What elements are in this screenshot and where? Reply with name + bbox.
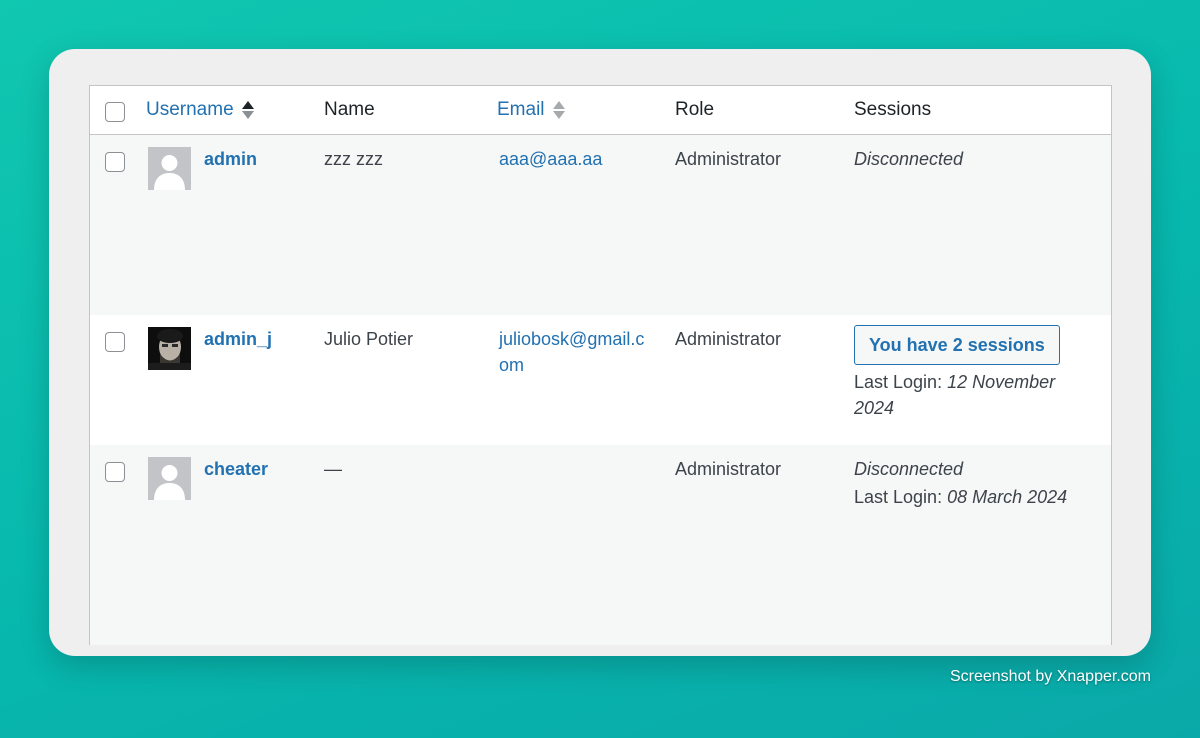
sessions-button[interactable]: You have 2 sessions — [854, 325, 1060, 365]
user-role: Administrator — [675, 329, 782, 349]
last-login-label: Last Login: — [854, 372, 943, 392]
column-username[interactable]: Username — [146, 86, 254, 134]
column-email[interactable]: Email — [497, 86, 565, 134]
column-email-label: Email — [497, 99, 545, 120]
last-login: Last Login: 12 November 2024 — [854, 369, 1074, 421]
user-name: Julio Potier — [324, 329, 414, 349]
table-header: Username Name Email Role Sessions — [90, 86, 1111, 135]
last-login-date: 08 March 2024 — [947, 487, 1068, 507]
session-status: Disconnected — [854, 149, 964, 169]
column-role: Role — [675, 86, 714, 134]
user-name: — — [324, 459, 342, 479]
column-sessions: Sessions — [854, 86, 931, 134]
username-link[interactable]: cheater — [204, 456, 268, 482]
users-table: Username Name Email Role Sessions admin … — [89, 85, 1112, 645]
column-role-label: Role — [675, 99, 715, 120]
table-row: cheater — Administrator Disconnected Las… — [90, 445, 1111, 645]
select-all-checkbox[interactable] — [105, 102, 125, 122]
session-status: Disconnected — [854, 459, 964, 479]
username-link[interactable]: admin_j — [204, 326, 272, 352]
column-sessions-label: Sessions — [854, 99, 932, 120]
column-name: Name — [324, 86, 375, 134]
last-login-label: Last Login: — [854, 487, 943, 507]
username-link[interactable]: admin — [204, 146, 257, 172]
default-avatar-icon — [148, 457, 191, 500]
table-row: admin_j Julio Potier juliobosk@gmail.com… — [90, 315, 1111, 445]
email-link[interactable]: aaa@aaa.aa — [499, 146, 649, 172]
column-username-label: Username — [146, 99, 234, 120]
row-checkbox[interactable] — [105, 332, 125, 352]
user-role: Administrator — [675, 149, 782, 169]
row-checkbox[interactable] — [105, 462, 125, 482]
user-photo-avatar — [148, 327, 191, 370]
table-row: admin zzz zzz aaa@aaa.aa Administrator D… — [90, 135, 1111, 315]
screenshot-credit: Screenshot by Xnapper.com — [949, 668, 1151, 685]
email-link[interactable]: juliobosk@gmail.com — [499, 326, 649, 378]
user-name: zzz zzz — [324, 149, 384, 169]
column-name-label: Name — [324, 99, 375, 120]
sort-asc-icon — [241, 101, 254, 119]
default-avatar-icon — [148, 147, 191, 190]
row-checkbox[interactable] — [105, 152, 125, 172]
screenshot-frame: Username Name Email Role Sessions admin … — [49, 49, 1151, 656]
last-login: Last Login: 08 March 2024 — [854, 484, 1094, 510]
sort-icon — [552, 101, 565, 119]
user-role: Administrator — [675, 459, 782, 479]
